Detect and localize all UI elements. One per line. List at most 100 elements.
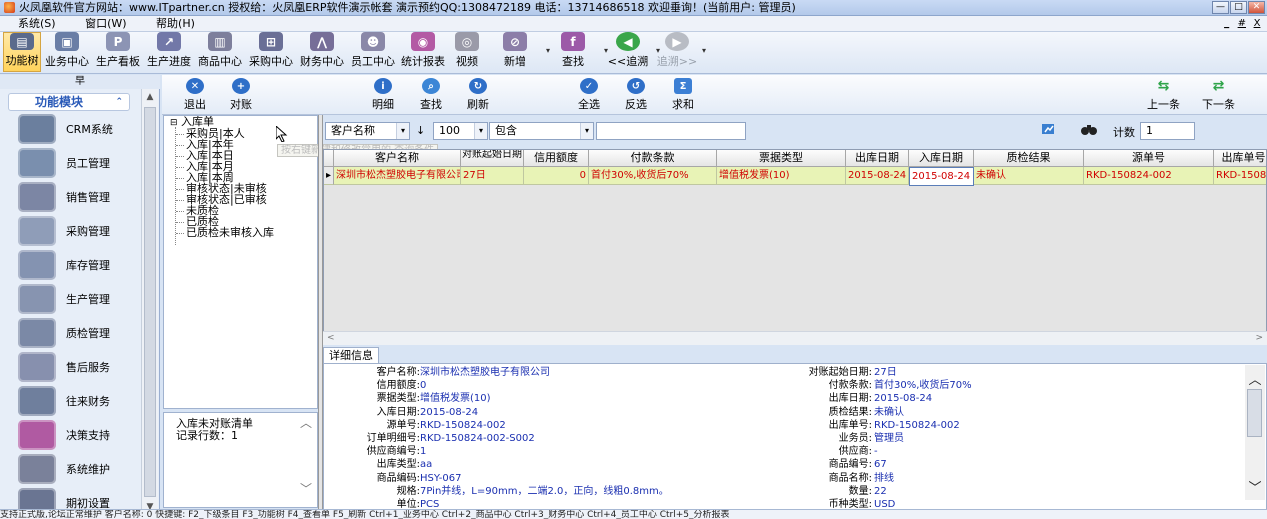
column-header[interactable]: 票据类型 [717, 150, 846, 167]
business-center-button[interactable]: ▣ 业务中心 [43, 32, 91, 72]
trace-forward-button[interactable]: ▶ 追溯>> ▾ [655, 32, 706, 72]
trace-back-button[interactable]: ◀ <<追溯 ▾ [603, 32, 660, 72]
scroll-down-icon[interactable]: ﹀ [1245, 477, 1265, 496]
table-cell[interactable]: 2015-08-24 [846, 167, 909, 185]
scroll-thumb[interactable] [1247, 389, 1262, 437]
filter-value-input[interactable] [596, 122, 746, 140]
mouse-cursor-icon [275, 124, 288, 143]
module-purchase-management[interactable]: 采购管理 [18, 214, 138, 248]
module-quality-management[interactable]: 质检管理 [18, 316, 138, 350]
module-list-scrollbar[interactable]: ▲ ▼ [141, 89, 158, 517]
detail-scrollbar[interactable]: ︿ ﹀ [1245, 365, 1265, 500]
binoculars-icon[interactable] [1080, 121, 1098, 137]
grid-horizontal-scrollbar[interactable]: < > [323, 331, 1267, 345]
module-staff-management[interactable]: 员工管理 [18, 146, 138, 180]
reconcile-button[interactable]: + 对账 [230, 78, 252, 112]
add-new-button[interactable]: ⊘ 新增 ▾ [487, 32, 550, 72]
video-button[interactable]: ◎ 视频 [449, 32, 485, 72]
chevron-down-icon[interactable]: ▾ [474, 123, 487, 139]
find-button[interactable]: f 查找 ▾ [545, 32, 608, 72]
export-icon[interactable] [1041, 121, 1057, 137]
minimize-button[interactable]: — [1212, 1, 1229, 14]
table-cell[interactable]: 27日 [461, 167, 524, 185]
operator-select[interactable]: 包含 ▾ [489, 122, 594, 140]
scroll-down-icon[interactable]: ﹀ [300, 483, 312, 495]
column-header[interactable]: 质检结果 [974, 150, 1084, 167]
module-crm[interactable]: CRM系统 [18, 112, 138, 146]
scroll-left-icon[interactable]: < [327, 332, 335, 345]
production-management-icon [18, 284, 56, 314]
invert-select-button[interactable]: ↺ 反选 [625, 78, 647, 112]
module-inventory-management[interactable]: 库存管理 [18, 248, 138, 282]
report-button[interactable]: ◉ 统计报表 [399, 32, 447, 72]
production-board-button[interactable]: P 生产看板 [93, 32, 143, 72]
mdi-close-button[interactable]: X [1251, 16, 1263, 32]
finance-center-button[interactable]: ⋀ 财务中心 [297, 32, 347, 72]
maximize-button[interactable]: □ [1230, 1, 1247, 14]
detail-label: 出库单号: [828, 419, 872, 431]
next-record-button[interactable]: ⇄ 下一条 [1202, 78, 1235, 112]
table-cell[interactable]: 首付30%,收货后70% [589, 167, 717, 185]
chevron-down-icon[interactable]: ▾ [702, 46, 706, 55]
chevron-down-icon[interactable]: ▾ [580, 123, 593, 139]
sum-button[interactable]: Σ 求和 [672, 78, 694, 112]
top-count-select[interactable]: 100 ▾ [433, 122, 488, 140]
scroll-right-icon[interactable]: > [1255, 332, 1263, 345]
menu-system[interactable]: 系统(S) [10, 16, 64, 32]
purchase-center-button[interactable]: ⊞ 采购中心 [247, 32, 295, 72]
menu-window[interactable]: 窗口(W) [77, 16, 134, 32]
table-cell[interactable]: RKD-150824-002 [1214, 167, 1266, 185]
mdi-restore-button[interactable]: # [1236, 16, 1248, 32]
collapse-icon[interactable]: ⌃ [115, 94, 123, 110]
mdi-minimize-button[interactable]: _ [1221, 16, 1233, 32]
production-progress-icon: ↗ [157, 32, 181, 51]
scroll-thumb[interactable] [144, 107, 156, 497]
row-indicator[interactable]: ▸ [324, 167, 334, 185]
select-all-button[interactable]: ✓ 全选 [578, 78, 600, 112]
module-sales-management[interactable]: 销售管理 [18, 180, 138, 214]
column-header[interactable]: 出库日期 [846, 150, 909, 167]
tree-node[interactable]: 已质检未审核入库 [186, 227, 274, 238]
table-cell[interactable]: 未确认 [974, 167, 1084, 185]
select-all-icon: ✓ [580, 78, 598, 94]
column-header[interactable]: 信用额度 [524, 150, 589, 167]
module-decision-support[interactable]: 决策支持 [18, 418, 138, 452]
sort-direction-icon[interactable]: ↓ [416, 124, 425, 137]
filter-field-select[interactable]: 客户名称 ▾ [325, 122, 410, 140]
table-cell[interactable]: 2015-08-24 [909, 167, 974, 186]
column-header[interactable]: 源单号 [1084, 150, 1214, 167]
scroll-up-icon[interactable]: ▲ [142, 89, 158, 105]
close-button[interactable]: ✕ [1248, 1, 1265, 14]
module-after-sales[interactable]: 售后服务 [18, 350, 138, 384]
tab-detail-info[interactable]: 详细信息 [323, 347, 379, 363]
column-header[interactable]: 对账起始日期 [461, 150, 524, 167]
table-cell[interactable]: 深圳市松杰塑胶电子有限公司 [334, 167, 461, 185]
refresh-button[interactable]: ↻ 刷新 [467, 78, 489, 112]
column-header[interactable]: 入库日期 [909, 150, 974, 167]
tree-collapse-icon[interactable]: ⊟ [170, 118, 178, 128]
table-cell[interactable]: RKD-150824-002 [1084, 167, 1214, 185]
function-tree-button[interactable]: ▤ 功能树 [3, 32, 41, 72]
scroll-up-icon[interactable]: ︿ [300, 417, 312, 429]
summary-scrollbar[interactable]: ︿ ﹀ [295, 413, 317, 507]
production-board-label: 生产看板 [96, 55, 140, 68]
module-panel-title[interactable]: 功能模块 ⌃ [8, 93, 130, 111]
module-accounts[interactable]: 往来财务 [18, 384, 138, 418]
table-cell[interactable]: 0 [524, 167, 589, 185]
module-production-management[interactable]: 生产管理 [18, 282, 138, 316]
column-header[interactable]: 客户名称 [334, 150, 461, 167]
chevron-down-icon[interactable]: ▾ [396, 123, 409, 139]
table-cell[interactable]: 增值税发票(10) [717, 167, 846, 185]
production-progress-button[interactable]: ↗ 生产进度 [145, 32, 193, 72]
exit-button[interactable]: ✕ 退出 [184, 78, 206, 112]
scroll-up-icon[interactable]: ︿ [1245, 369, 1265, 388]
module-system-maintenance[interactable]: 系统维护 [18, 452, 138, 486]
goods-center-button[interactable]: ▥ 商品中心 [195, 32, 245, 72]
column-header[interactable]: 出库单号 [1214, 150, 1266, 167]
detail-button[interactable]: i 明细 [372, 78, 394, 112]
search-button[interactable]: ⌕ 查找 [420, 78, 442, 112]
column-header[interactable]: 付款条款 [589, 150, 717, 167]
prev-record-button[interactable]: ⇆ 上一条 [1147, 78, 1180, 112]
staff-center-button[interactable]: ☻ 员工中心 [349, 32, 397, 72]
menu-help[interactable]: 帮助(H) [148, 16, 203, 32]
